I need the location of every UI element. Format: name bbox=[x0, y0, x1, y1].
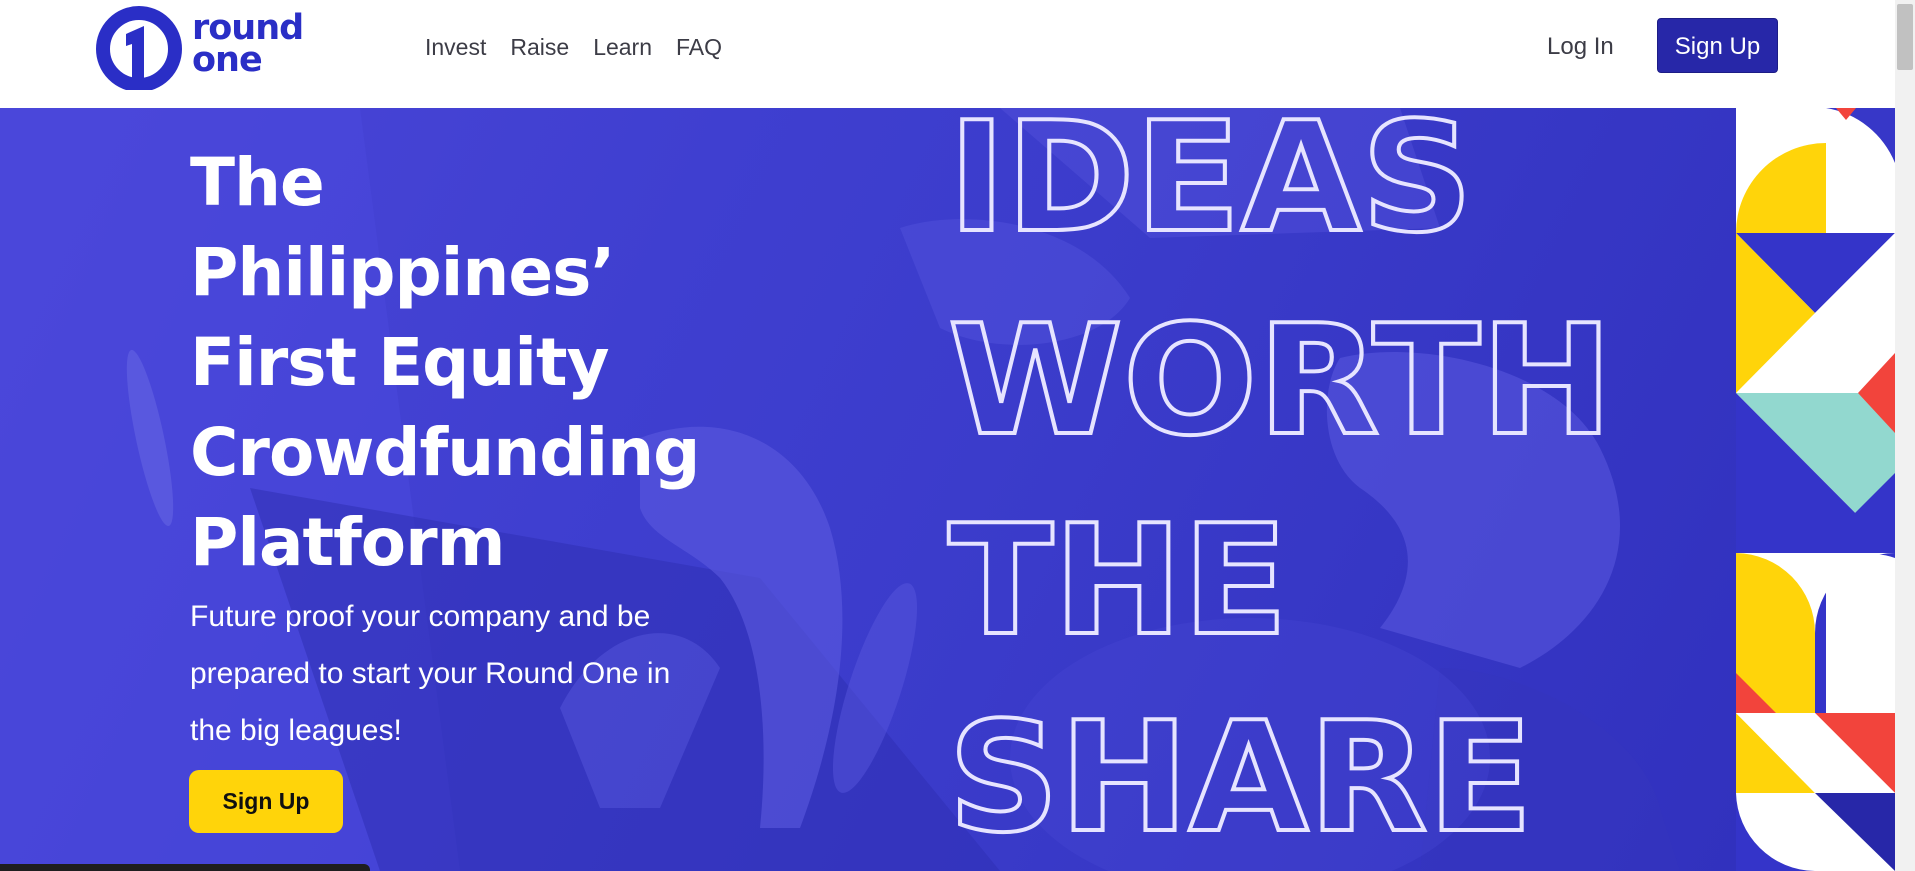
signup-button-nav[interactable]: Sign Up bbox=[1657, 18, 1778, 73]
primary-nav: Invest Raise Learn FAQ bbox=[425, 28, 746, 66]
brand-logo[interactable]: round one bbox=[96, 4, 326, 90]
page-scrollbar[interactable] bbox=[1895, 0, 1915, 871]
outline-tagline: IDEAS WORTH THE SHARE bbox=[946, 108, 1615, 868]
nav-raise-link[interactable]: Raise bbox=[510, 28, 569, 66]
bottom-overlay-bar bbox=[0, 864, 370, 871]
hero-section: The Philippines’ First Equity Crowdfundi… bbox=[0, 108, 1736, 871]
scrollbar-thumb[interactable] bbox=[1897, 4, 1913, 70]
top-navbar: round one Invest Raise Learn FAQ Log In … bbox=[0, 0, 1895, 108]
round-one-logo-icon bbox=[96, 6, 182, 90]
outline-word-the: THE bbox=[948, 492, 1288, 669]
login-link[interactable]: Log In bbox=[1547, 27, 1614, 67]
nav-learn-link[interactable]: Learn bbox=[593, 28, 652, 66]
brand-name-line2: one bbox=[192, 40, 263, 80]
outline-word-share: SHARE bbox=[948, 689, 1533, 866]
nav-invest-link[interactable]: Invest bbox=[425, 28, 486, 66]
nav-faq-link[interactable]: FAQ bbox=[676, 28, 722, 66]
outline-word-worth: WORTH bbox=[948, 292, 1613, 469]
geometric-pattern-graphic bbox=[1736, 108, 1895, 871]
geometric-pattern-panel bbox=[1736, 108, 1895, 871]
outline-word-ideas: IDEAS bbox=[948, 108, 1473, 266]
brand-wordmark: round one bbox=[192, 11, 304, 80]
